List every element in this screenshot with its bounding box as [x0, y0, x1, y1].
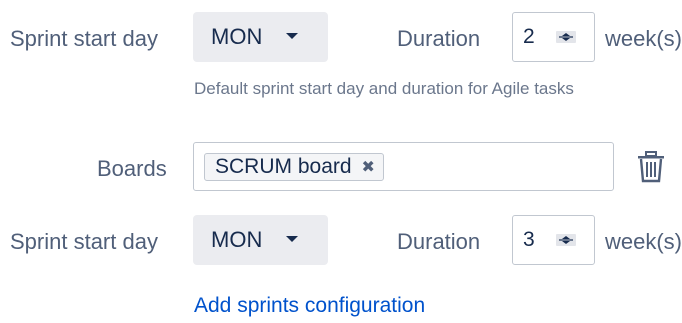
board-tag: SCRUM board ✖ [204, 153, 384, 181]
trash-icon[interactable] [637, 151, 665, 183]
spinner-icon[interactable] [556, 234, 576, 246]
duration-label: Duration [397, 229, 481, 254]
helper-text: Default sprint start day and duration fo… [194, 79, 574, 98]
caret-down-icon [286, 33, 298, 39]
sprint-start-day-label: Sprint start day [10, 229, 158, 254]
sprint-start-day-select[interactable]: MON [193, 12, 328, 62]
duration-input[interactable]: 2 [512, 12, 595, 62]
sprint-start-day-value: MON [211, 227, 263, 252]
boards-label: Boards [97, 156, 167, 181]
duration-value: 2 [523, 25, 535, 48]
board-tag-label: SCRUM board [215, 155, 352, 178]
sprint-start-day-label: Sprint start day [10, 26, 158, 51]
spinner-icon[interactable] [556, 31, 576, 43]
duration-label: Duration [397, 26, 481, 51]
sprint-start-day-value: MON [211, 24, 263, 49]
boards-multiselect[interactable]: SCRUM board ✖ [193, 142, 614, 191]
duration-input[interactable]: 3 [512, 215, 595, 265]
sprint-start-day-select[interactable]: MON [193, 215, 328, 265]
caret-down-icon [286, 236, 298, 242]
close-icon[interactable]: ✖ [362, 157, 375, 177]
duration-value: 3 [523, 228, 535, 251]
add-sprints-configuration-link[interactable]: Add sprints configuration [194, 294, 425, 318]
duration-unit: week(s) [605, 229, 682, 254]
duration-unit: week(s) [605, 26, 682, 51]
